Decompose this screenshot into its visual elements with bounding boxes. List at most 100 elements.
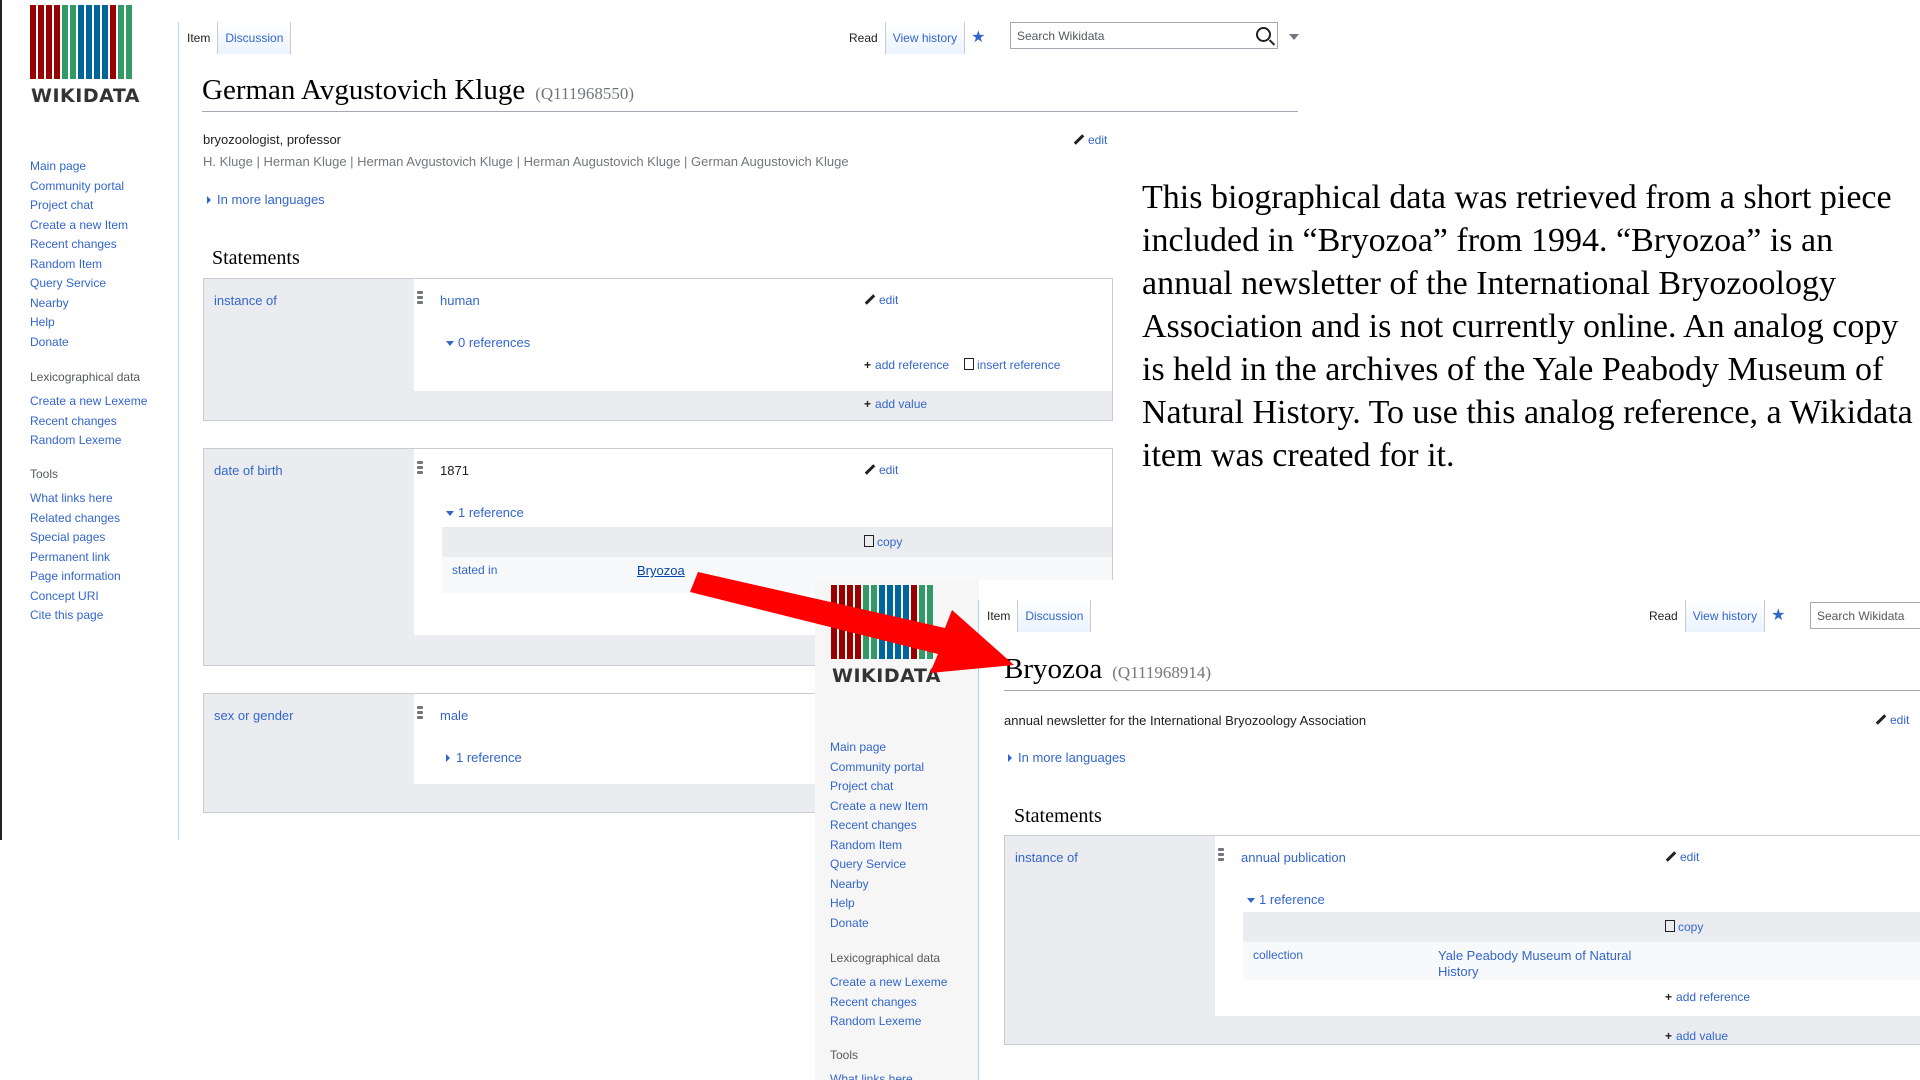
- statement-value[interactable]: male: [440, 708, 468, 723]
- search-icon[interactable]: [1256, 27, 1271, 42]
- sidebar-item-create-item[interactable]: Create a new Item: [30, 216, 128, 236]
- references-toggle[interactable]: 1 reference: [446, 750, 522, 765]
- pencil-icon: [1875, 714, 1887, 726]
- sidebar-navigation: Main page Community portal Project chat …: [30, 157, 128, 352]
- tab-view-history[interactable]: View history: [1685, 600, 1766, 632]
- sidebar-item-random-lexeme[interactable]: Random Lexeme: [830, 1012, 947, 1032]
- sidebar-item-recent-changes[interactable]: Recent changes: [830, 816, 928, 836]
- watch-star-icon[interactable]: ★: [1765, 600, 1791, 632]
- edit-description-button[interactable]: edit: [1875, 713, 1909, 727]
- more-languages-toggle[interactable]: In more languages: [1008, 750, 1126, 765]
- property-label[interactable]: date of birth: [214, 463, 283, 478]
- add-reference-button[interactable]: + add reference: [864, 358, 949, 372]
- statement-value[interactable]: annual publication: [1241, 850, 1346, 865]
- sidebar-item-permanent-link[interactable]: Permanent link: [30, 548, 121, 568]
- watch-star-icon[interactable]: ★: [965, 22, 991, 54]
- tab-discussion[interactable]: Discussion: [218, 22, 292, 54]
- reference-header: [442, 527, 1112, 557]
- property-label[interactable]: instance of: [214, 293, 277, 308]
- reference-property[interactable]: collection: [1253, 948, 1303, 962]
- references-toggle[interactable]: 1 reference: [446, 505, 524, 520]
- pencil-icon: [1073, 134, 1085, 146]
- sidebar-item-main-page[interactable]: Main page: [830, 738, 928, 758]
- sidebar-item-community-portal[interactable]: Community portal: [30, 177, 128, 197]
- copy-reference-button[interactable]: copy: [864, 535, 902, 549]
- sidebar-item-community-portal[interactable]: Community portal: [830, 758, 928, 778]
- content-border: [178, 22, 179, 840]
- sidebar-item-special-pages[interactable]: Special pages: [30, 528, 121, 548]
- sidebar-item-project-chat[interactable]: Project chat: [830, 777, 928, 797]
- reference-value[interactable]: Bryozoa: [637, 563, 685, 578]
- property-label[interactable]: sex or gender: [214, 708, 294, 723]
- copy-reference-button[interactable]: copy: [1665, 920, 1703, 934]
- rank-icon[interactable]: [417, 461, 423, 475]
- add-value-button[interactable]: + add value: [1665, 1029, 1728, 1043]
- edit-label: edit: [1088, 133, 1108, 147]
- sidebar-item-query-service[interactable]: Query Service: [830, 855, 928, 875]
- rank-icon[interactable]: [417, 706, 423, 720]
- page-title: Bryozoa (Q111968914): [1004, 653, 1211, 686]
- rank-icon[interactable]: [417, 291, 423, 305]
- view-tabs: Read View history ★: [842, 22, 992, 54]
- sidebar-item-query-service[interactable]: Query Service: [30, 274, 128, 294]
- sidebar-item-main-page[interactable]: Main page: [30, 157, 128, 177]
- search-input[interactable]: [1017, 23, 1238, 48]
- tab-discussion[interactable]: Discussion: [1018, 600, 1092, 632]
- clipboard-icon: [964, 358, 974, 370]
- sidebar-item-donate[interactable]: Donate: [30, 333, 128, 353]
- references-toggle[interactable]: 0 references: [446, 335, 530, 350]
- edit-statement-button[interactable]: edit: [864, 293, 898, 307]
- insert-reference-button[interactable]: insert reference: [964, 358, 1060, 372]
- sidebar-item-random-item[interactable]: Random Item: [830, 836, 928, 856]
- add-reference-button[interactable]: + add reference: [1665, 990, 1750, 1004]
- sidebar-item-concept-uri[interactable]: Concept URI: [30, 587, 121, 607]
- sidebar-item-help[interactable]: Help: [830, 894, 928, 914]
- sidebar-item-help[interactable]: Help: [30, 313, 128, 333]
- sidebar-item-recent-changes[interactable]: Recent changes: [30, 235, 128, 255]
- statement-value[interactable]: human: [440, 293, 480, 308]
- edit-statement-button[interactable]: edit: [1665, 850, 1699, 864]
- red-arrow-icon: [690, 572, 1014, 673]
- sidebar-heading-lexicographical: Lexicographical data: [830, 951, 941, 965]
- tab-read[interactable]: Read: [1642, 600, 1686, 632]
- property-label[interactable]: instance of: [1015, 850, 1078, 865]
- more-languages-toggle[interactable]: In more languages: [207, 192, 325, 207]
- add-value-button[interactable]: + add value: [864, 397, 927, 411]
- tab-view-history[interactable]: View history: [885, 22, 966, 54]
- reference-value[interactable]: Yale Peabody Museum of Natural History: [1438, 948, 1658, 980]
- reference-property[interactable]: stated in: [452, 563, 497, 577]
- sidebar-item-random-lexeme[interactable]: Random Lexeme: [30, 431, 147, 451]
- sidebar-item-project-chat[interactable]: Project chat: [30, 196, 128, 216]
- view-tabs: Read View history ★: [1642, 600, 1792, 632]
- sidebar-item-donate[interactable]: Donate: [830, 914, 928, 934]
- sidebar-item-create-lexeme[interactable]: Create a new Lexeme: [30, 392, 147, 412]
- chevron-right-icon: [446, 754, 450, 762]
- pencil-icon: [1665, 851, 1677, 863]
- sidebar-item-related-changes[interactable]: Related changes: [30, 509, 121, 529]
- sidebar-item-nearby[interactable]: Nearby: [830, 875, 928, 895]
- chevron-down-icon[interactable]: [1289, 34, 1299, 40]
- sidebar-item-create-item[interactable]: Create a new Item: [830, 797, 928, 817]
- chevron-right-icon: [1008, 754, 1012, 762]
- tab-item[interactable]: Item: [180, 22, 219, 54]
- sidebar-item-recent-changes-lex[interactable]: Recent changes: [830, 993, 947, 1013]
- title-divider: [1004, 690, 1920, 691]
- sidebar-item-nearby[interactable]: Nearby: [30, 294, 128, 314]
- edit-description-button[interactable]: edit: [1073, 133, 1107, 147]
- sidebar-item-recent-changes-lex[interactable]: Recent changes: [30, 412, 147, 432]
- rank-icon[interactable]: [1218, 848, 1224, 862]
- edit-statement-button[interactable]: edit: [864, 463, 898, 477]
- title-divider: [202, 111, 1298, 112]
- sidebar-item-cite-page[interactable]: Cite this page: [30, 606, 121, 626]
- tab-read[interactable]: Read: [842, 22, 886, 54]
- sidebar-navigation: Main page Community portal Project chat …: [830, 738, 928, 933]
- sidebar-item-create-lexeme[interactable]: Create a new Lexeme: [830, 973, 947, 993]
- sidebar-item-what-links-here[interactable]: What links here: [830, 1070, 913, 1080]
- sidebar-item-what-links-here[interactable]: What links here: [30, 489, 121, 509]
- pencil-icon: [864, 464, 876, 476]
- sidebar-item-page-information[interactable]: Page information: [30, 567, 121, 587]
- sidebar-item-random-item[interactable]: Random Item: [30, 255, 128, 275]
- search-input[interactable]: [1817, 603, 1913, 628]
- references-toggle[interactable]: 1 reference: [1247, 892, 1325, 907]
- statement-instance-of: instance of human edit 0 references + add…: [203, 278, 1113, 421]
